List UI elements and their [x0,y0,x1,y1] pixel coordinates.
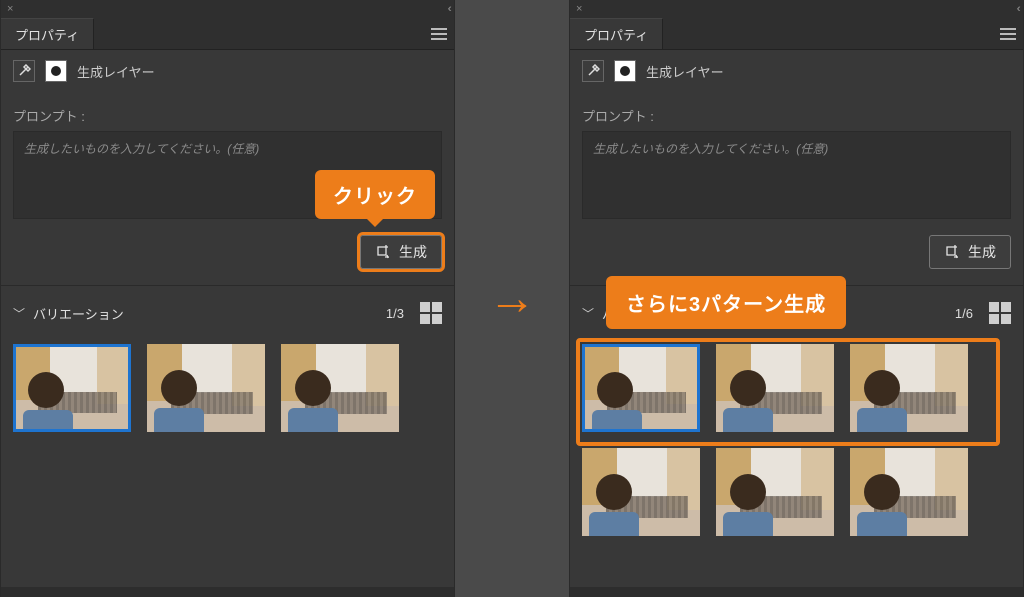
layer-label: 生成レイヤー [77,62,155,81]
variation-thumb-3[interactable] [281,344,399,432]
variation-thumb-1[interactable] [13,344,131,432]
panel-topbar: × ‹‹ [570,0,1023,18]
variation-thumb-6[interactable] [850,448,968,536]
variation-thumb-3[interactable] [850,344,968,432]
variations-count: 1/6 [955,306,973,321]
variation-thumb-2[interactable] [147,344,265,432]
pin-icon[interactable] [13,60,35,82]
variation-thumb-5[interactable] [716,448,834,536]
layer-row: 生成レイヤー [570,50,1023,88]
variations-header[interactable]: ﹀ バリエーション 1/3 [1,292,454,334]
chevron-down-icon: ﹀ [582,305,594,322]
prompt-label: プロンプト : [1,88,454,131]
properties-panel-after: × ‹‹ プロパティ 生成レイヤー プロンプト : 生成したいものを入力してくだ… [569,0,1024,597]
prompt-textarea[interactable]: 生成したいものを入力してください。(任意) [582,131,1011,219]
variation-thumb-2[interactable] [716,344,834,432]
variations-count: 1/3 [386,306,404,321]
callout-more-patterns: さらに3パターン生成 [606,276,846,329]
variations-thumbnails [1,334,454,452]
variations-label: バリエーション [33,304,124,323]
panel-menu-icon[interactable] [424,18,454,49]
panel-menu-icon[interactable] [993,18,1023,49]
layer-label: 生成レイヤー [646,62,724,81]
variations-thumbnails [570,334,1023,556]
tab-properties[interactable]: プロパティ [1,18,94,49]
generate-button[interactable]: 生成 [929,235,1011,269]
variation-thumb-4[interactable] [582,448,700,536]
layer-row: 生成レイヤー [1,50,454,88]
panel-bottombar [570,587,1023,597]
tab-row: プロパティ [570,18,1023,50]
sparkle-icon [375,244,391,260]
tab-properties[interactable]: プロパティ [570,18,663,49]
arrow-between: → [455,0,569,597]
sparkle-icon [944,244,960,260]
close-icon[interactable]: × [576,3,582,15]
pin-icon[interactable] [582,60,604,82]
prompt-label: プロンプト : [570,88,1023,131]
panel-topbar: × ‹‹ [1,0,454,18]
properties-panel-before: × ‹‹ プロパティ 生成レイヤー プロンプト : 生成したいものを入力してくだ… [0,0,455,597]
tab-row: プロパティ [1,18,454,50]
generate-button-label: 生成 [399,242,427,262]
panel-bottombar [1,587,454,597]
variation-thumb-1[interactable] [582,344,700,432]
generate-button-label: 生成 [968,242,996,262]
chevron-down-icon: ﹀ [13,305,25,322]
grid-view-icon[interactable] [420,302,442,324]
layer-mask-icon[interactable] [614,60,636,82]
close-icon[interactable]: × [7,3,13,15]
generate-button[interactable]: 生成 [360,235,442,269]
callout-click: クリック [315,170,435,219]
arrow-right-icon: → [488,271,536,326]
layer-mask-icon[interactable] [45,60,67,82]
grid-view-icon[interactable] [989,302,1011,324]
